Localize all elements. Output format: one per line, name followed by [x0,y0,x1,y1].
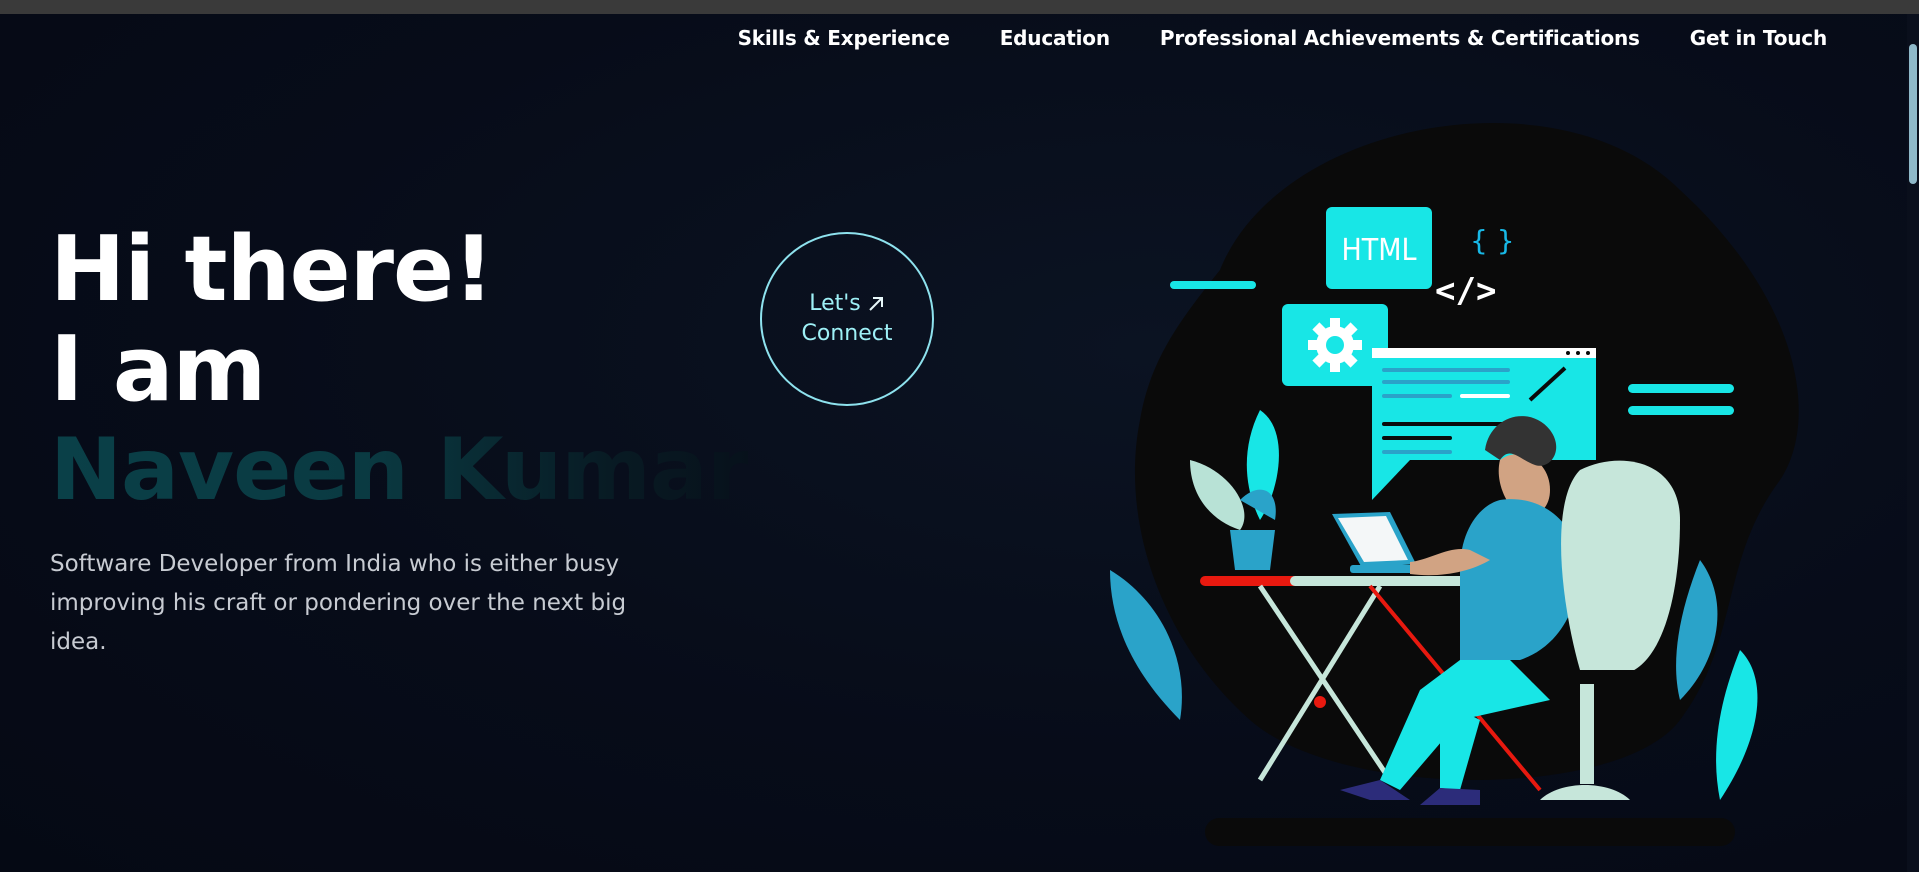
hero-greeting: Hi there! [50,217,494,322]
page: Skills & Experience Education Profession… [0,0,1919,872]
hero-description: Software Developer from India who is eit… [50,551,627,655]
scrollbar-thumb[interactable] [1909,44,1917,184]
hero-name: Naveen Kumar [50,420,749,520]
lets-connect-button[interactable]: Let's Connect [760,232,934,406]
code-icon: </> [1435,271,1496,311]
desk-joint [1314,696,1326,708]
hero-heading: Hi there! I am [50,217,494,422]
arrow-up-right-icon [869,297,883,311]
deco-line-right-2 [1628,406,1734,415]
leaf-right [1716,650,1758,800]
nav-item-education[interactable]: Education [1000,26,1110,50]
connect-row: Let's [809,289,885,319]
browser-top-strip [0,0,1919,14]
main-nav: Skills & Experience Education Profession… [738,26,1828,50]
nav-item-get-in-touch[interactable]: Get in Touch [1690,26,1827,50]
scrollbar[interactable] [1907,14,1919,872]
connect-label-line2: Connect [801,321,893,346]
desk-top-red [1200,576,1300,586]
html-tag-label: HTML [1341,233,1416,268]
floor-shadow [1205,818,1735,846]
nav-item-achievements-certifications[interactable]: Professional Achievements & Certificatio… [1160,26,1640,50]
gear-icon [1308,318,1362,372]
nav-item-skills-experience[interactable]: Skills & Experience [738,26,950,50]
braces-icon: { } [1470,224,1515,257]
deco-line-left [1170,281,1256,289]
hero-intro: I am [50,317,266,422]
connect-label-line1: Let's [809,291,861,316]
developer-illustration: HTML { } </> [1110,122,1799,846]
deco-line-right-1 [1628,384,1734,393]
